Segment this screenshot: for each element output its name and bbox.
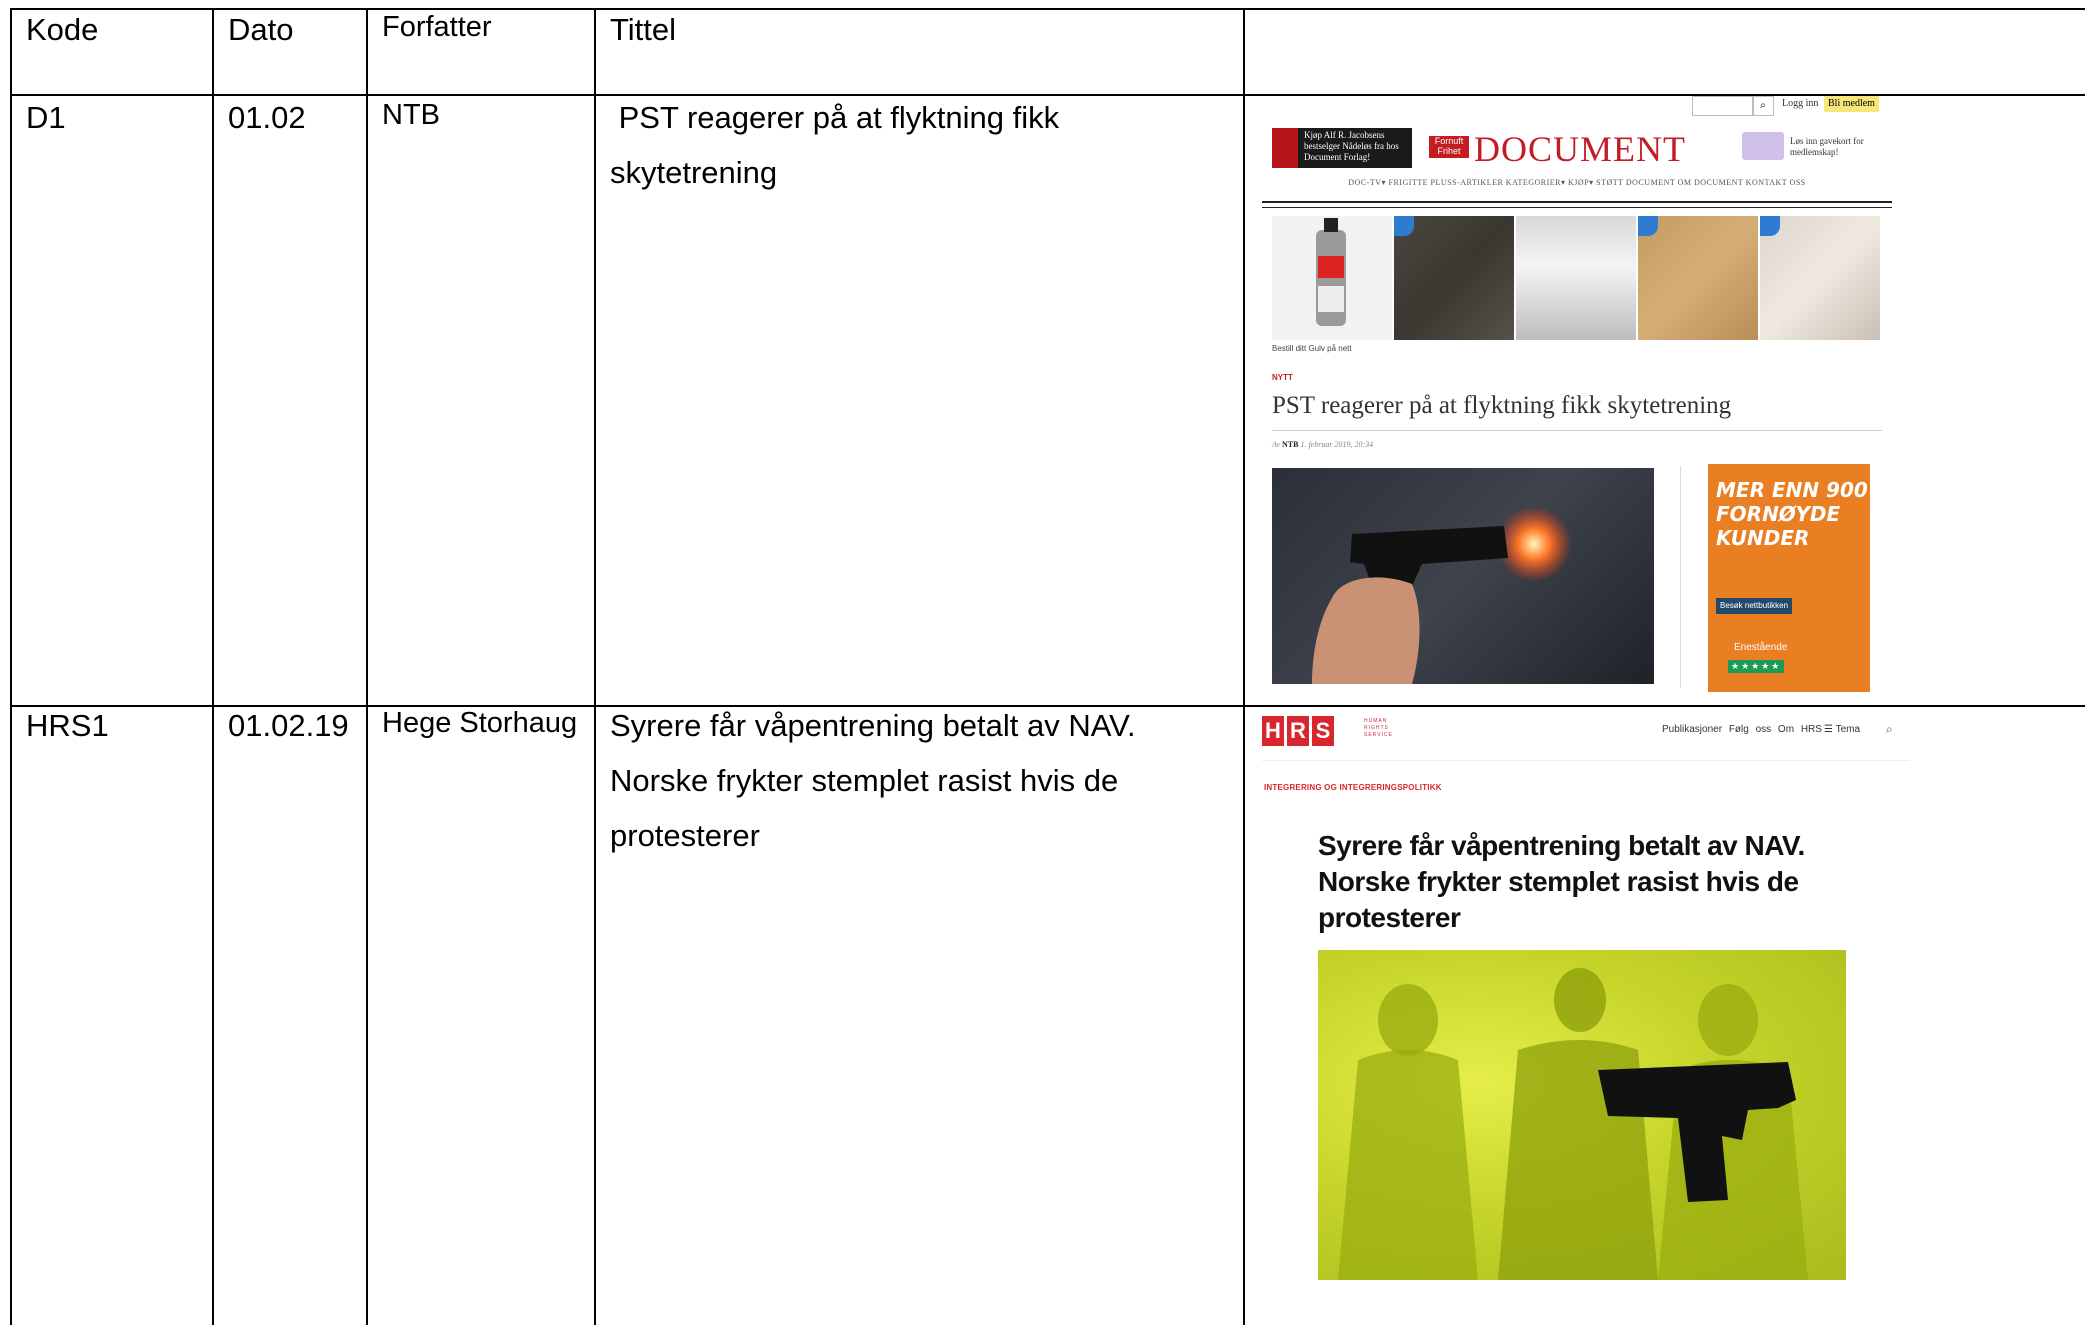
ad-caption[interactable]: Bestill ditt Gulv på nett — [1272, 344, 1352, 353]
table-column-divider — [594, 10, 596, 1325]
logo-letter: H — [1262, 716, 1284, 746]
article-byline: Av NTB 1. februar 2019, 20:34 — [1272, 440, 1373, 449]
article-category[interactable]: INTEGRERING OG INTEGRERINGSPOLITIKK — [1264, 783, 1442, 792]
hrs-navigation[interactable]: Publikasjoner Følg oss Om HRS — [1662, 724, 1822, 735]
sidebar-divider — [1680, 466, 1681, 688]
search-input[interactable] — [1692, 96, 1754, 116]
star-rating-icon: ★★★★★ — [1728, 660, 1785, 673]
row1-tittel-line1: PST reagerer på at flyktning fikk — [610, 100, 1060, 135]
search-icon[interactable]: ⌕ — [1752, 96, 1774, 116]
book-cover-icon — [1272, 128, 1298, 168]
byline-prefix: Av — [1272, 440, 1280, 449]
row2-kode: HRS1 — [26, 708, 109, 743]
byline-date: 1. februar 2019, 20:34 — [1300, 440, 1374, 449]
book-ad-text: Kjøp Alf R. Jacobsens bestselger Nådeløs… — [1304, 130, 1399, 162]
silhouettes-pistol-photo — [1318, 950, 1846, 1280]
member-button[interactable]: Bli medlem — [1824, 96, 1879, 112]
article-headline: Syrere får våpentrening betalt av NAV. N… — [1318, 830, 1805, 933]
table-column-divider — [10, 10, 12, 1325]
discount-badge-icon — [1394, 216, 1414, 236]
table-column-divider — [212, 10, 214, 1325]
header-tittel: Tittel — [610, 12, 677, 47]
store-ad[interactable]: MER ENN 900 FORNØYDE KUNDER Besøk nettbu… — [1708, 464, 1870, 692]
login-link[interactable]: Logg inn — [1782, 98, 1818, 109]
search-icon[interactable]: ⌕ — [1886, 722, 1893, 737]
row2-forfatter: Hege Storhaug — [382, 707, 578, 739]
article-headline: PST reagerer på at flyktning fikk skytet… — [1272, 392, 1732, 419]
gift-card-icon — [1742, 132, 1784, 160]
header-kode: Kode — [26, 12, 99, 47]
ad-tile-product[interactable] — [1272, 216, 1392, 340]
store-ad-rating-label: Enestående — [1734, 642, 1788, 653]
article-category[interactable]: NYTT — [1272, 373, 1293, 382]
discount-badge-icon — [1760, 216, 1780, 236]
hrs-article-screenshot: H R S HUMAN RIGHTS SERVICE Publikasjoner… — [1262, 710, 1910, 1280]
table-border-top — [10, 8, 2085, 10]
bottle-icon — [1316, 218, 1346, 326]
row2-dato: 01.02.19 — [228, 708, 349, 743]
header-divider — [1262, 201, 1892, 208]
ad-tile-room[interactable] — [1760, 216, 1880, 340]
document-article-screenshot: ⌕ Logg inn Bli medlem Kjøp Alf R. Jacobs… — [1262, 96, 1894, 692]
document-logo[interactable]: DOCUMENT — [1474, 128, 1686, 170]
ad-tile-wood[interactable] — [1638, 216, 1758, 340]
row1-dato: 01.02 — [228, 100, 306, 135]
flooring-ad-strip[interactable] — [1272, 216, 1892, 340]
pistol-firing-photo — [1272, 468, 1654, 684]
frihet-badge: Fornuft Frihet — [1429, 136, 1469, 158]
ad-tile-molding[interactable] — [1516, 216, 1636, 340]
byline-author[interactable]: NTB — [1282, 440, 1298, 449]
menu-icon[interactable]: ☰ Tema — [1824, 724, 1860, 735]
book-ad-banner[interactable]: Kjøp Alf R. Jacobsens bestselger Nådeløs… — [1272, 128, 1412, 168]
discount-badge-icon — [1638, 216, 1658, 236]
header-forfatter: Forfatter — [382, 11, 492, 43]
row1-forfatter: NTB — [382, 99, 440, 131]
logo-letter: R — [1287, 716, 1309, 746]
logo-letter: S — [1312, 716, 1334, 746]
row1-kode: D1 — [26, 100, 66, 135]
store-ad-button[interactable]: Besøk nettbutikken — [1716, 598, 1793, 614]
hrs-logo[interactable]: H R S — [1262, 716, 1334, 746]
table-column-divider — [1243, 10, 1245, 1325]
gift-card-text[interactable]: Løs inn gavekort for medlemskap! — [1790, 136, 1894, 158]
hrs-logo-subtitle: HUMAN RIGHTS SERVICE — [1364, 718, 1393, 738]
table-column-divider — [366, 10, 368, 1325]
headline-divider — [1272, 430, 1882, 431]
row2-tittel-line1: Syrere får våpentrening betalt av NAV. — [610, 708, 1136, 743]
pistol-icon — [1312, 506, 1572, 684]
ad-tile-stone[interactable] — [1394, 216, 1514, 340]
row1-tittel-line2: skytetrening — [610, 155, 778, 190]
row2-tittel-line2: Norske frykter stemplet rasist hvis de — [610, 763, 1119, 798]
header-dato: Dato — [228, 12, 294, 47]
main-navigation[interactable]: DOC-TV▾ FRIGITTE PLUSS-ARTIKLER KATEGORI… — [1262, 178, 1892, 187]
store-ad-headline: MER ENN 900 FORNØYDE KUNDER — [1716, 478, 1868, 550]
pistol-icon — [1338, 968, 1808, 1280]
row2-tittel-line3: protesterer — [610, 818, 760, 853]
